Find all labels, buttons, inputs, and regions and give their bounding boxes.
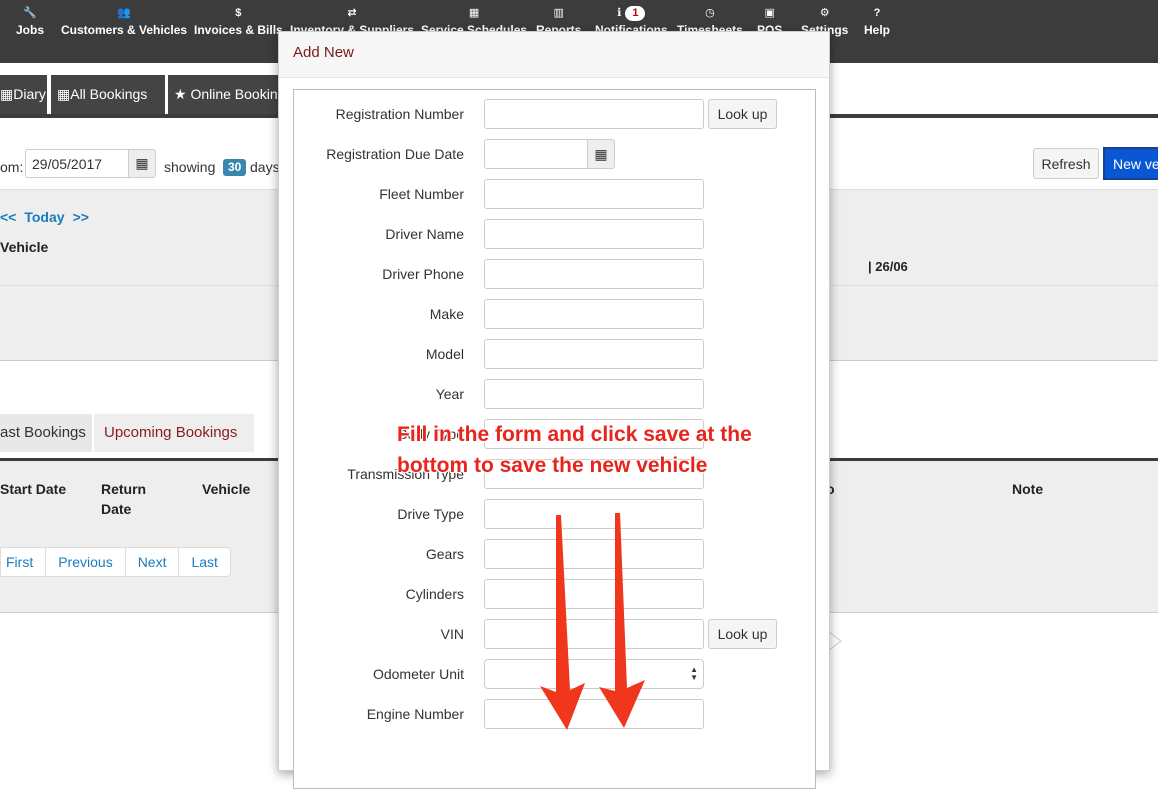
registration-number-lookup-button[interactable]: Look up bbox=[708, 99, 777, 129]
money-icon: ▣ bbox=[764, 7, 775, 19]
engine-number-label: Engine Number bbox=[366, 706, 464, 722]
nav-invoices-bills[interactable]: $ Invoices & Bills bbox=[194, 4, 283, 38]
pager-first[interactable]: First bbox=[1, 548, 47, 576]
from-label: om: bbox=[0, 159, 24, 175]
form-row: Registration Number Look up bbox=[293, 99, 816, 129]
nav-label: Invoices & Bills bbox=[194, 23, 283, 37]
annotation-line-1: Fill in the form and click save at the bbox=[397, 423, 752, 446]
year-label: Year bbox=[435, 386, 464, 402]
next-period-link[interactable]: >> bbox=[73, 209, 89, 225]
fleet-number-input[interactable] bbox=[484, 179, 704, 209]
calendar-icon: ▦ bbox=[0, 86, 14, 102]
star-icon: ★ bbox=[174, 86, 187, 102]
today-link[interactable]: Today bbox=[24, 209, 64, 225]
tab-upcoming-bookings[interactable]: Upcoming Bookings bbox=[94, 414, 254, 452]
instruction-annotation: Fill in the form and click save at the b… bbox=[397, 419, 797, 481]
vin-lookup-button[interactable]: Look up bbox=[708, 619, 777, 649]
driver-name-input[interactable] bbox=[484, 219, 704, 249]
retweet-icon: ⇄ bbox=[347, 7, 357, 19]
previous-period-link[interactable]: << bbox=[0, 209, 16, 225]
modal-title: Add New bbox=[293, 44, 354, 61]
date-column-header: | 26/06 bbox=[868, 259, 908, 274]
tab-label: Diary bbox=[13, 86, 46, 102]
registration-number-input[interactable] bbox=[484, 99, 704, 129]
calendar-icon: ▦ bbox=[468, 7, 480, 19]
odometer-unit-label: Odometer Unit bbox=[372, 666, 464, 682]
column-note: Note bbox=[1012, 481, 1044, 497]
nav-customers-vehicles[interactable]: 👥 Customers & Vehicles bbox=[61, 4, 187, 38]
form-row: Model bbox=[293, 339, 816, 369]
calendar-icon: ▦ bbox=[57, 86, 71, 102]
tab-diary[interactable]: ▦Diary bbox=[0, 75, 47, 114]
tab-online-bookings[interactable]: ★ Online Bookings bbox=[168, 75, 292, 114]
arrow-left bbox=[540, 515, 585, 730]
annotation-arrows bbox=[540, 513, 645, 730]
form-row: Year bbox=[293, 379, 816, 409]
year-input[interactable] bbox=[484, 379, 704, 409]
popover-caret bbox=[829, 632, 842, 650]
drive-type-label: Drive Type bbox=[397, 506, 464, 522]
pager-previous[interactable]: Previous bbox=[46, 548, 126, 576]
nav-help[interactable]: ? Help bbox=[864, 4, 890, 38]
tab-past-bookings[interactable]: ast Bookings bbox=[0, 414, 92, 452]
calendar-button[interactable]: ▦ bbox=[128, 149, 156, 178]
pager-next[interactable]: Next bbox=[126, 548, 180, 576]
tab-label: All Bookings bbox=[70, 86, 148, 102]
registration-due-date-input[interactable] bbox=[484, 139, 588, 169]
users-icon: 👥 bbox=[117, 7, 131, 19]
showing-label: showing bbox=[164, 159, 216, 175]
vehicle-column-header: Vehicle bbox=[0, 239, 49, 255]
wrench-icon: 🔧 bbox=[23, 7, 37, 19]
form-row: Driver Phone bbox=[293, 259, 816, 289]
days-label: days bbox=[250, 159, 280, 175]
make-label: Make bbox=[429, 306, 464, 322]
form-row: Fleet Number bbox=[293, 179, 816, 209]
column-vehicle: Vehicle bbox=[202, 481, 251, 497]
bar-chart-icon: ▥ bbox=[553, 7, 564, 19]
date-navigation: << Today >> bbox=[0, 209, 97, 225]
column-start-date: Start Date bbox=[0, 481, 67, 497]
calendar-button[interactable]: ▦ bbox=[587, 139, 615, 169]
column-return-date: Return Date bbox=[101, 481, 147, 517]
question-icon: ? bbox=[873, 7, 881, 19]
fleet-number-label: Fleet Number bbox=[379, 186, 464, 202]
nav-label: Help bbox=[864, 23, 891, 37]
nav-jobs[interactable]: 🔧 Jobs bbox=[16, 4, 44, 38]
model-input[interactable] bbox=[484, 339, 704, 369]
cogs-icon: ⚙ bbox=[819, 7, 830, 19]
driver-name-label: Driver Name bbox=[385, 226, 464, 242]
form-row: Driver Name bbox=[293, 219, 816, 249]
days-count-badge: 30 bbox=[223, 159, 247, 176]
notification-count-badge: 1 bbox=[625, 6, 646, 21]
pager-last[interactable]: Last bbox=[179, 548, 229, 576]
calendar-icon: ▦ bbox=[594, 146, 608, 162]
dollar-icon: $ bbox=[235, 7, 242, 19]
arrow-right bbox=[599, 513, 645, 728]
modal-header: Add New bbox=[279, 32, 829, 78]
registration-due-date-label: Registration Due Date bbox=[326, 146, 464, 162]
select-arrows-icon: ▲ ▼ bbox=[690, 665, 698, 682]
annotation-line-2: bottom to save the new vehicle bbox=[397, 454, 708, 477]
nav-label: Customers & Vehicles bbox=[61, 23, 188, 37]
clock-icon: ◷ bbox=[705, 7, 715, 19]
refresh-button[interactable]: Refresh bbox=[1033, 148, 1099, 179]
gears-label: Gears bbox=[425, 546, 464, 562]
pagination: First Previous Next Last bbox=[0, 547, 231, 577]
form-row: Registration Due Date ▦ bbox=[293, 139, 816, 169]
vin-label: VIN bbox=[440, 626, 464, 642]
driver-phone-input[interactable] bbox=[484, 259, 704, 289]
tab-all-bookings[interactable]: ▦All Bookings bbox=[51, 75, 165, 114]
nav-label: Jobs bbox=[16, 23, 45, 37]
info-icon: ℹ1 bbox=[595, 4, 668, 22]
new-vehicle-button[interactable]: New ve bbox=[1103, 147, 1158, 180]
registration-number-label: Registration Number bbox=[335, 106, 464, 122]
model-label: Model bbox=[425, 346, 464, 362]
make-input[interactable] bbox=[484, 299, 704, 329]
calendar-icon: ▦ bbox=[135, 155, 149, 171]
form-row: Make bbox=[293, 299, 816, 329]
cylinders-label: Cylinders bbox=[405, 586, 464, 602]
from-date-input[interactable] bbox=[25, 149, 129, 178]
driver-phone-label: Driver Phone bbox=[382, 266, 464, 282]
